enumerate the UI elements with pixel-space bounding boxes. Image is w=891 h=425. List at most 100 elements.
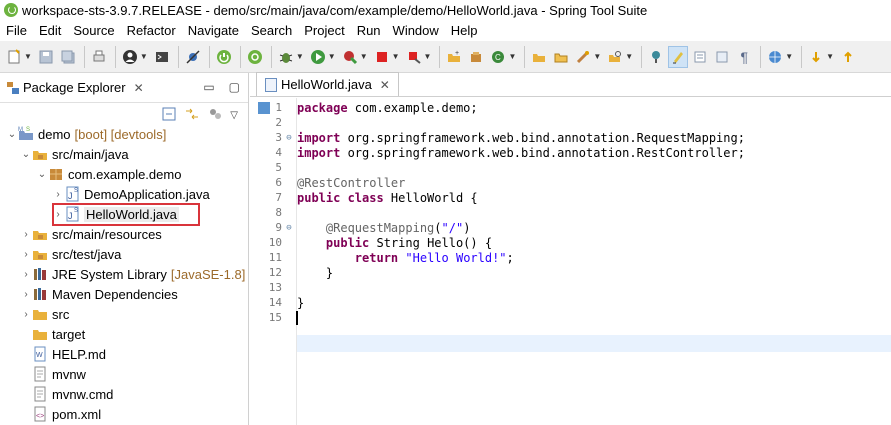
search-icon[interactable] [605, 46, 625, 68]
menu-file[interactable]: File [0, 20, 33, 41]
run-icon[interactable] [308, 46, 328, 68]
boot-dashboard-icon[interactable] [214, 46, 234, 68]
menu-search[interactable]: Search [245, 20, 298, 41]
tree-item-src-main-resources[interactable]: › src/main/resources [20, 224, 161, 244]
tree-item-pom-xml[interactable]: <> pom.xml [20, 404, 101, 424]
maximize-icon[interactable]: ▢ [229, 80, 240, 94]
tree-item-maven-dependencies[interactable]: › Maven Dependencies [20, 284, 177, 304]
tree-item-help-md[interactable]: W HELP.md [20, 344, 106, 364]
new-dropdown-icon[interactable]: ▼ [24, 52, 32, 61]
coverage-icon[interactable] [340, 46, 360, 68]
toggle-highlight-icon[interactable] [668, 45, 689, 68]
open-folder-icon[interactable] [551, 46, 571, 68]
tree-item-mvnw[interactable]: mvnw [20, 364, 86, 384]
block-selection-icon[interactable] [690, 46, 710, 68]
library-icon [32, 266, 48, 282]
close-icon[interactable]: ✕ [134, 81, 144, 95]
menu-run[interactable]: Run [351, 20, 387, 41]
menu-window[interactable]: Window [387, 20, 445, 41]
new-class-dropdown-icon[interactable]: ▼ [508, 52, 516, 61]
run-dropdown-icon[interactable]: ▼ [328, 52, 336, 61]
relaunch-icon[interactable] [404, 46, 424, 68]
expanded-arrow-icon[interactable]: ⌄ [36, 169, 48, 180]
collapsed-arrow-icon[interactable]: › [20, 249, 32, 260]
toggle-mark-occurrences-icon[interactable] [646, 46, 666, 68]
save-icon[interactable] [36, 46, 56, 68]
new-package-icon[interactable] [466, 46, 486, 68]
java-file-icon: JS [64, 186, 80, 202]
menu-help[interactable]: Help [445, 20, 484, 41]
svg-text:J: J [68, 191, 73, 201]
line-number: 13 [268, 281, 282, 294]
relaunch-dropdown-icon[interactable]: ▼ [424, 52, 432, 61]
package-explorer-tab[interactable]: Package Explorer ✕ ▭ ▢ [0, 73, 248, 103]
debug-dropdown-icon[interactable]: ▼ [296, 52, 304, 61]
open-type-icon[interactable] [529, 46, 549, 68]
tree-item-src-test-java[interactable]: › src/test/java [20, 244, 121, 264]
tree-item-decoration: [boot] [devtools] [74, 126, 167, 142]
new-icon[interactable] [4, 46, 24, 68]
project-icon: MS [18, 126, 34, 142]
previous-annotation-icon[interactable] [838, 46, 858, 68]
debug-icon[interactable] [276, 46, 296, 68]
globe-icon[interactable] [765, 46, 785, 68]
close-icon[interactable]: ✕ [380, 78, 390, 92]
folder-icon [32, 306, 48, 322]
stop-icon[interactable] [372, 46, 392, 68]
expanded-arrow-icon[interactable]: ⌄ [6, 129, 18, 140]
expanded-arrow-icon[interactable]: ⌄ [20, 149, 32, 160]
tree-item-demoapplication-java[interactable]: › JS DemoApplication.java [52, 184, 210, 204]
tree-item-demo[interactable]: ⌄ MS demo [boot] [devtools] [6, 124, 167, 144]
next-annotation-icon[interactable] [806, 46, 826, 68]
fold-toggle-icon[interactable]: ⊖ [284, 223, 294, 233]
java-file-icon [265, 77, 277, 92]
collapsed-arrow-icon[interactable]: › [20, 269, 32, 280]
skip-breakpoints-icon[interactable] [183, 46, 203, 68]
terminal-icon[interactable] [152, 46, 172, 68]
minimize-icon[interactable]: ▭ [203, 80, 214, 94]
tree-item-label: DemoApplication.java [84, 186, 210, 202]
view-menu-icon[interactable]: ▽ [230, 110, 238, 121]
open-task-dropdown-icon[interactable]: ▼ [593, 52, 601, 61]
print-icon[interactable] [89, 46, 109, 68]
tab-helloworld-java[interactable]: HelloWorld.java ✕ [256, 72, 399, 96]
collapsed-arrow-icon[interactable]: › [52, 189, 64, 200]
fold-toggle-icon[interactable]: ⊖ [284, 133, 294, 143]
coverage-dropdown-icon[interactable]: ▼ [360, 52, 368, 61]
tree-item-src[interactable]: › src [20, 304, 69, 324]
menu-navigate[interactable]: Navigate [182, 20, 245, 41]
menu-project[interactable]: Project [298, 20, 350, 41]
code-area[interactable]: 1 package com.example.demo; 2 3 ⊖ import… [250, 98, 891, 425]
focus-icon[interactable] [208, 107, 222, 124]
stop-dropdown-icon[interactable]: ▼ [392, 52, 400, 61]
tree-item-com-example-demo[interactable]: ⌄ com.example.demo [36, 164, 182, 184]
new-class-icon[interactable]: C [488, 46, 508, 68]
globe-dropdown-icon[interactable]: ▼ [785, 52, 793, 61]
collapsed-arrow-icon[interactable]: › [20, 309, 32, 320]
save-all-icon[interactable] [58, 46, 78, 68]
tree-item-src-main-java[interactable]: ⌄ src/main/java [20, 144, 129, 164]
code-line: 6 @RestController [250, 175, 405, 190]
profile-dropdown-icon[interactable]: ▼ [140, 52, 148, 61]
new-java-project-icon[interactable]: + [444, 46, 464, 68]
spring-icon[interactable] [245, 46, 265, 68]
tree-item-target[interactable]: target [20, 324, 85, 344]
profile-icon[interactable] [120, 46, 140, 68]
collapsed-arrow-icon[interactable]: › [20, 229, 32, 240]
tree-item-jre-system-library[interactable]: › JRE System Library [JavaSE-1.8] [20, 264, 245, 284]
show-whitespace-icon[interactable]: ¶ [734, 46, 754, 68]
menu-edit[interactable]: Edit [33, 20, 67, 41]
collapsed-arrow-icon[interactable]: › [20, 289, 32, 300]
menu-source[interactable]: Source [67, 20, 120, 41]
link-with-editor-icon[interactable] [184, 107, 200, 124]
word-wrap-icon[interactable] [712, 46, 732, 68]
code-editor: HelloWorld.java ✕ 1 package com.example.… [250, 72, 891, 425]
tree-item-mvnw-cmd[interactable]: mvnw.cmd [20, 384, 113, 404]
open-task-icon[interactable] [573, 46, 593, 68]
editor-tab-label: HelloWorld.java [281, 77, 372, 92]
search-dropdown-icon[interactable]: ▼ [625, 52, 633, 61]
next-annotation-dropdown-icon[interactable]: ▼ [826, 52, 834, 61]
collapse-all-icon[interactable] [162, 107, 176, 124]
menu-refactor[interactable]: Refactor [121, 20, 182, 41]
package-icon [48, 166, 64, 182]
